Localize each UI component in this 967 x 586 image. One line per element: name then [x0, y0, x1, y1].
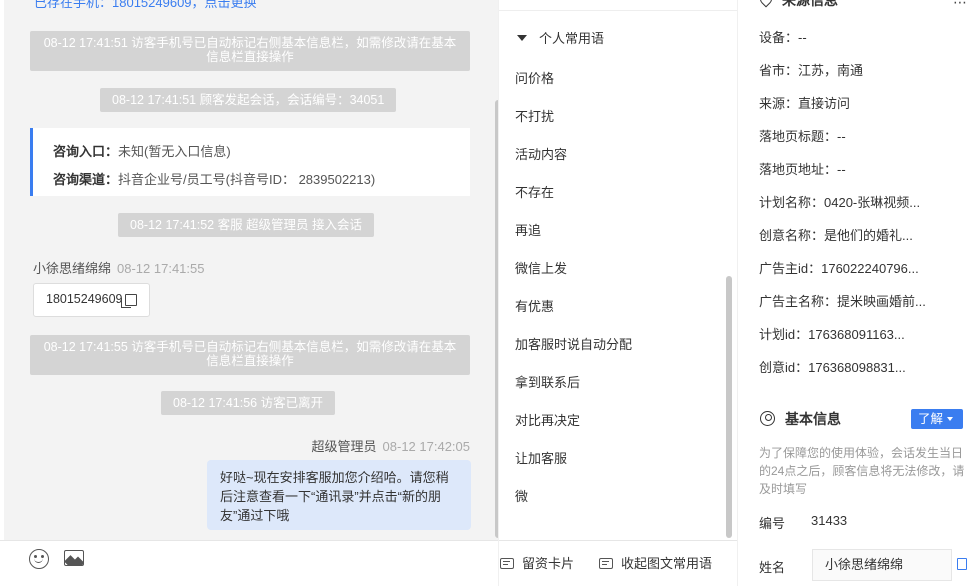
- emoji-icon[interactable]: [29, 549, 49, 569]
- system-message: 08-12 17:41:52 客服 超级管理员 接入会话: [118, 213, 375, 237]
- phrase-item[interactable]: 不打扰: [515, 98, 715, 136]
- lead-card-label: 留资卡片: [522, 556, 575, 571]
- basic-info-header: 基本信息: [760, 409, 841, 429]
- more-icon[interactable]: ⋯: [953, 0, 967, 11]
- input-toolbar: [0, 540, 498, 586]
- source-row-creative-id: 创意id：176368098831...: [759, 360, 906, 375]
- agent-message-bubble: 好哒~现在安排客服加您介绍哈。请您稍后注意查看一下“通讯录”并点击“新的朋友”通…: [207, 460, 471, 530]
- phrase-toolbar: 留资卡片 收起图文常用语: [499, 540, 737, 586]
- system-message: 08-12 17:41:51 访客手机号已自动标记右侧基本信息栏，如需修改请在基…: [30, 31, 470, 71]
- caret-down-icon: [947, 417, 954, 421]
- quick-phrases-panel: 个人常用语 问价格 不打扰 活动内容 不存在 再追 微信上发 有优惠 加客服时说…: [499, 0, 737, 586]
- phrase-item[interactable]: 有优惠: [515, 288, 715, 326]
- lead-card-button[interactable]: 留资卡片: [500, 553, 574, 572]
- phrase-item[interactable]: 让加客服: [515, 440, 715, 478]
- source-row-landing-url: 落地页地址：--: [759, 162, 846, 177]
- system-message: 08-12 17:41:56 访客已离开: [161, 391, 336, 415]
- id-label: 编号: [759, 516, 786, 531]
- source-row-landing-title: 落地页标题：--: [759, 129, 846, 144]
- phrase-item[interactable]: 拿到联系后: [515, 364, 715, 402]
- visitor-info-panel: 来源信息 ⋯ 设备：-- 省市：江苏，南通 来源：直接访问 落地页标题：-- 落…: [738, 0, 967, 586]
- source-row-region: 省市：江苏，南通: [759, 63, 864, 78]
- entry-row: 咨询入口：未知(暂无入口信息): [53, 138, 470, 166]
- basic-info-title: 基本信息: [785, 411, 841, 427]
- id-value: 31433: [811, 513, 848, 528]
- system-message: 08-12 17:41:55 访客手机号已自动标记右侧基本信息栏，如需修改请在基…: [30, 335, 470, 375]
- phrase-item[interactable]: 活动内容: [515, 136, 715, 174]
- phrase-item[interactable]: 问价格: [515, 60, 715, 98]
- source-row-source: 来源：直接访问: [759, 96, 851, 111]
- system-message: 08-12 17:41:51 顾客发起会话，会话编号：34051: [100, 88, 397, 112]
- existing-phone-link[interactable]: 已存在手机：18015249609，点击更换: [34, 0, 257, 11]
- source-info-title: 来源信息: [782, 0, 838, 8]
- phrase-group-toggle[interactable]: 个人常用语: [517, 28, 604, 47]
- visitor-timestamp: 08-12 17:41:55: [117, 261, 205, 276]
- agent-timestamp: 08-12 17:42:05: [382, 439, 470, 454]
- copy-icon[interactable]: [121, 294, 137, 308]
- source-row-campaign-name: 计划名称：0420-张琳视频...: [759, 195, 921, 210]
- phrase-item[interactable]: 不存在: [515, 174, 715, 212]
- collapse-phrases-button[interactable]: 收起图文常用语: [599, 553, 712, 572]
- collapse-phrases-label: 收起图文常用语: [621, 556, 713, 571]
- location-pin-icon: [757, 0, 775, 8]
- phrase-scrollbar[interactable]: [726, 276, 732, 538]
- agent-name: 超级管理员 08-12 17:42:05: [312, 436, 470, 455]
- visitor-name: 小徐思绪绵绵 08-12 17:41:55: [33, 258, 204, 277]
- phrase-item[interactable]: 再追: [515, 212, 715, 250]
- user-icon: [760, 411, 775, 426]
- phrase-item[interactable]: 加客服时说自动分配: [515, 326, 715, 364]
- entry-label: 咨询入口：: [53, 144, 119, 159]
- name-field[interactable]: 小徐思绪绵绵: [812, 549, 952, 581]
- phrase-item[interactable]: 微: [515, 478, 715, 516]
- source-row-advertiser-id: 广告主id：176022240796...: [759, 261, 919, 276]
- visitor-name-text: 小徐思绪绵绵: [33, 261, 112, 276]
- source-info-header: 来源信息: [757, 0, 838, 10]
- card-icon: [500, 558, 514, 569]
- agent-name-text: 超级管理员: [311, 439, 377, 454]
- phrase-group-title: 个人常用语: [539, 31, 605, 46]
- message-list[interactable]: 已存在手机：18015249609，点击更换 08-12 17:41:51 访客…: [4, 0, 498, 540]
- source-info-list: 设备：-- 省市：江苏，南通 来源：直接访问 落地页标题：-- 落地页地址：--…: [759, 21, 959, 384]
- entry-value: 未知(暂无入口信息): [118, 144, 231, 159]
- phrase-list: 问价格 不打扰 活动内容 不存在 再追 微信上发 有优惠 加客服时说自动分配 拿…: [515, 60, 715, 516]
- name-label: 姓名: [759, 560, 786, 575]
- image-icon[interactable]: [64, 550, 84, 566]
- edit-icon[interactable]: [957, 558, 967, 570]
- source-row-advertiser-name: 广告主名称：提米映画婚前...: [759, 294, 926, 309]
- phrase-item[interactable]: 对比再决定: [515, 402, 715, 440]
- caret-down-icon: [517, 35, 527, 41]
- channel-label: 咨询渠道：: [53, 172, 119, 187]
- channel-value: 抖音企业号/员工号(抖音号ID： 2839502213): [118, 172, 376, 187]
- channel-row: 咨询渠道：抖音企业号/员工号(抖音号ID： 2839502213): [53, 166, 470, 194]
- phrase-item[interactable]: 微信上发: [515, 250, 715, 288]
- message-icon: [599, 558, 613, 569]
- visitor-message-text: 18015249609: [46, 292, 123, 306]
- divider: [499, 10, 737, 11]
- learn-more-button[interactable]: 了解: [911, 409, 963, 429]
- source-row-device: 设备：--: [759, 30, 807, 45]
- visitor-message-bubble: 18015249609: [33, 283, 150, 317]
- consult-entry-card: 咨询入口：未知(暂无入口信息) 咨询渠道：抖音企业号/员工号(抖音号ID： 28…: [30, 128, 470, 196]
- source-row-campaign-id: 计划id：176368091163...: [759, 327, 905, 342]
- chat-scrollbar[interactable]: [495, 100, 498, 538]
- source-row-creative-name: 创意名称：是他们的婚礼...: [759, 228, 913, 243]
- edit-notice: 为了保障您的使用体验，会话发生当日的24点之后，顾客信息将无法修改，请及时填写: [759, 446, 965, 496]
- learn-more-label: 了解: [918, 412, 944, 426]
- chat-panel: 已存在手机：18015249609，点击更换 08-12 17:41:51 访客…: [0, 0, 498, 586]
